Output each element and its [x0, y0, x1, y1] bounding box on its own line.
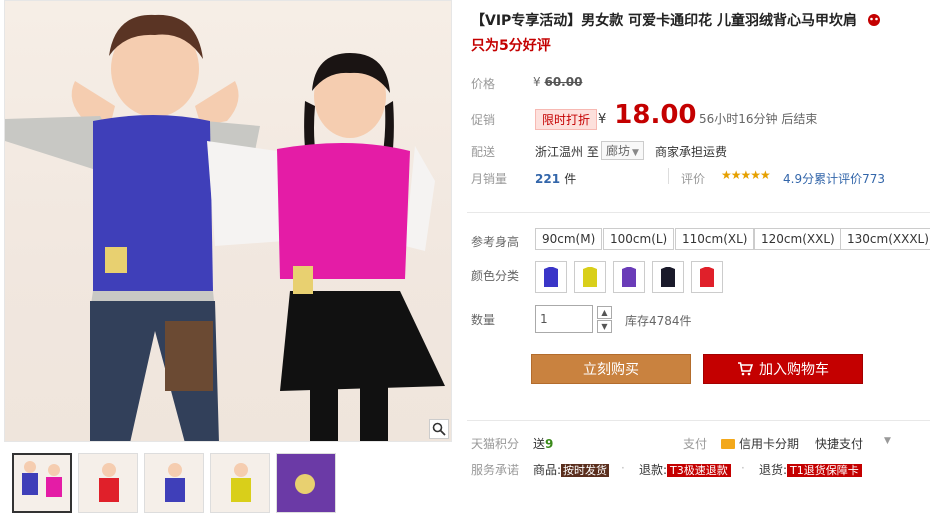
- kids-photo: [5, 14, 445, 441]
- cart-icon: [738, 362, 753, 376]
- buy-now-button[interactable]: 立刻购买: [531, 354, 691, 384]
- quick-pay[interactable]: 快捷支付: [815, 435, 863, 452]
- shipping-fee: 商家承担运费: [655, 145, 728, 159]
- points-value: 送9: [533, 437, 554, 451]
- divider: [668, 168, 669, 184]
- color-option-yellow[interactable]: [574, 261, 606, 293]
- product-info-panel: 【VIP专享活动】男女款 可爱卡通印花 儿童羽绒背心马甲坎肩 只为5分好评 价格…: [463, 0, 930, 521]
- quantity-input[interactable]: [535, 305, 593, 333]
- promo-price: ¥18.00: [598, 100, 697, 130]
- thumbnail-3[interactable]: [144, 453, 204, 513]
- add-to-cart-button[interactable]: 加入购物车: [703, 354, 863, 384]
- sales-count: 221 件: [535, 172, 577, 186]
- color-option-blue[interactable]: [535, 261, 567, 293]
- thumbnail-strip: [12, 453, 336, 513]
- divider: [467, 420, 930, 421]
- separator-dot: ·: [741, 461, 745, 475]
- chevron-up-icon: ▲: [601, 308, 608, 317]
- ship-from: 浙江温州 至: [535, 145, 599, 159]
- tmall-cat-icon: [867, 14, 880, 26]
- service-refund: 退款: T3极速退款: [639, 461, 731, 478]
- quantity-decrease-button[interactable]: ▼: [597, 320, 612, 333]
- color-option-red[interactable]: [691, 261, 723, 293]
- size-option-100[interactable]: 100cm(L): [603, 228, 675, 250]
- girl-figure: [207, 53, 445, 441]
- product-title: 【VIP专享活动】男女款 可爱卡通印花 儿童羽绒背心马甲坎肩: [471, 10, 882, 30]
- promo-countdown: 56小时16分钟 后结束: [699, 112, 818, 126]
- quantity-label: 数量: [471, 313, 496, 327]
- price-label: 价格: [471, 77, 496, 91]
- magnifier-icon: [432, 422, 446, 436]
- service-label: 服务承诺: [471, 463, 520, 477]
- credit-installment[interactable]: 信用卡分期: [721, 435, 799, 452]
- rating-label: 评价: [681, 172, 706, 186]
- color-label: 颜色分类: [471, 269, 520, 283]
- product-subtitle: 只为5分好评: [471, 38, 551, 54]
- original-price: ¥ 60.00: [533, 75, 583, 89]
- shipping-label: 配送: [471, 145, 496, 159]
- review-link[interactable]: 4.9分累计评价773: [783, 170, 885, 187]
- promo-tag: 限时打折: [535, 109, 598, 130]
- chevron-down-icon: ▼: [601, 322, 608, 331]
- sales-label: 月销量: [471, 172, 508, 186]
- chevron-down-icon: ▼: [632, 148, 639, 158]
- service-goods: 商品: 按时发货: [533, 463, 610, 477]
- thumbnail-2[interactable]: [78, 453, 138, 513]
- thumbnail-5[interactable]: [276, 453, 336, 513]
- credit-card-icon: [721, 439, 735, 449]
- points-label: 天猫积分: [471, 437, 520, 451]
- size-label: 参考身高: [471, 235, 520, 249]
- stock-count: 库存4784件: [625, 314, 692, 328]
- promo-label: 促销: [471, 113, 496, 127]
- quantity-increase-button[interactable]: ▲: [597, 306, 612, 319]
- size-option-110[interactable]: 110cm(XL): [675, 228, 755, 250]
- color-option-purple[interactable]: [613, 261, 645, 293]
- main-product-image[interactable]: [4, 0, 452, 442]
- thumbnail-1[interactable]: [12, 453, 72, 513]
- zoom-button[interactable]: [429, 419, 449, 439]
- product-gallery: [4, 0, 452, 521]
- payment-label: 支付: [683, 437, 708, 451]
- service-return: 退货: T1退货保障卡: [759, 461, 862, 478]
- thumbnail-4[interactable]: [210, 453, 270, 513]
- ship-to-select[interactable]: 廊坊 ▼: [601, 141, 644, 160]
- size-option-90[interactable]: 90cm(M): [535, 228, 603, 250]
- star-rating-icon: ★★★★★: [721, 168, 771, 182]
- size-option-130[interactable]: 130cm(XXXL): [840, 228, 930, 250]
- size-option-120[interactable]: 120cm(XXL): [754, 228, 842, 250]
- separator-dot: ·: [621, 461, 625, 475]
- color-option-black[interactable]: [652, 261, 684, 293]
- divider: [467, 212, 930, 213]
- chevron-down-icon[interactable]: ▼: [884, 436, 891, 446]
